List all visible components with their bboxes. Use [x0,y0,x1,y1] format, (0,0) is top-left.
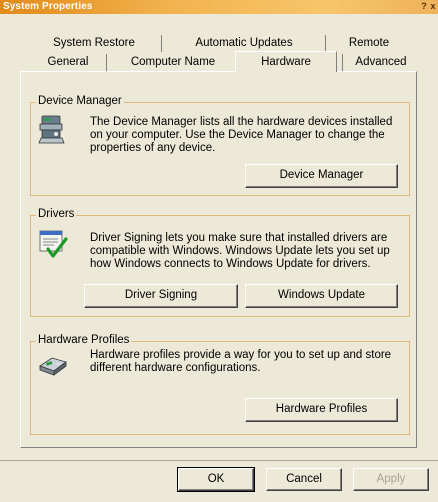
device-manager-button[interactable]: Device Manager [245,164,398,188]
driver-signing-button[interactable]: Driver Signing [84,284,238,308]
cancel-button[interactable]: Cancel [266,468,342,491]
drivers-description: Driver Signing lets you make sure that i… [90,232,390,271]
device-manager-icon [38,114,66,146]
tab-computer-name[interactable]: Computer Name [112,54,234,72]
tab-general[interactable]: General [31,54,105,72]
tab-hardware[interactable]: Hardware [235,51,337,72]
description-line: on your computer. Use the Device Manager… [90,129,385,141]
tab-divider [342,54,343,71]
description-line: The Device Manager lists all the hardwar… [90,116,393,128]
description-line: how Windows connects to Windows Update f… [90,258,371,270]
driver-signing-icon [38,229,68,259]
device-manager-description: The Device Manager lists all the hardwar… [90,116,392,155]
hardware-profiles-icon [38,352,68,378]
title-bar[interactable]: System Properties ? x [0,0,438,14]
dialog-separator [0,460,438,461]
help-button[interactable]: ? [420,0,428,12]
tab-divider [161,35,162,52]
hardware-profiles-button[interactable]: Hardware Profiles [245,398,398,422]
hardware-profiles-group-label: Hardware Profiles [36,334,132,347]
ok-button[interactable]: OK [177,467,255,492]
tab-divider [325,35,326,52]
description-line: compatible with Windows. Windows Update … [90,245,390,257]
close-button[interactable]: x [429,0,437,12]
window-title: System Properties [3,1,93,12]
device-manager-group-label: Device Manager [36,95,124,108]
tab-divider [106,54,107,71]
description-line: Driver Signing lets you make sure that i… [90,232,388,244]
description-line: properties of any device. [90,142,216,154]
description-line: different hardware configurations. [90,362,261,374]
apply-button[interactable]: Apply [353,468,429,491]
description-line: Hardware profiles provide a way for you … [90,349,392,361]
hardware-profiles-description: Hardware profiles provide a way for you … [90,349,391,375]
windows-update-button[interactable]: Windows Update [245,284,398,308]
tab-advanced[interactable]: Advanced [345,54,417,72]
drivers-group-label: Drivers [36,208,77,221]
tab-remote[interactable]: Remote [330,35,408,53]
tab-system-restore[interactable]: System Restore [27,35,161,53]
